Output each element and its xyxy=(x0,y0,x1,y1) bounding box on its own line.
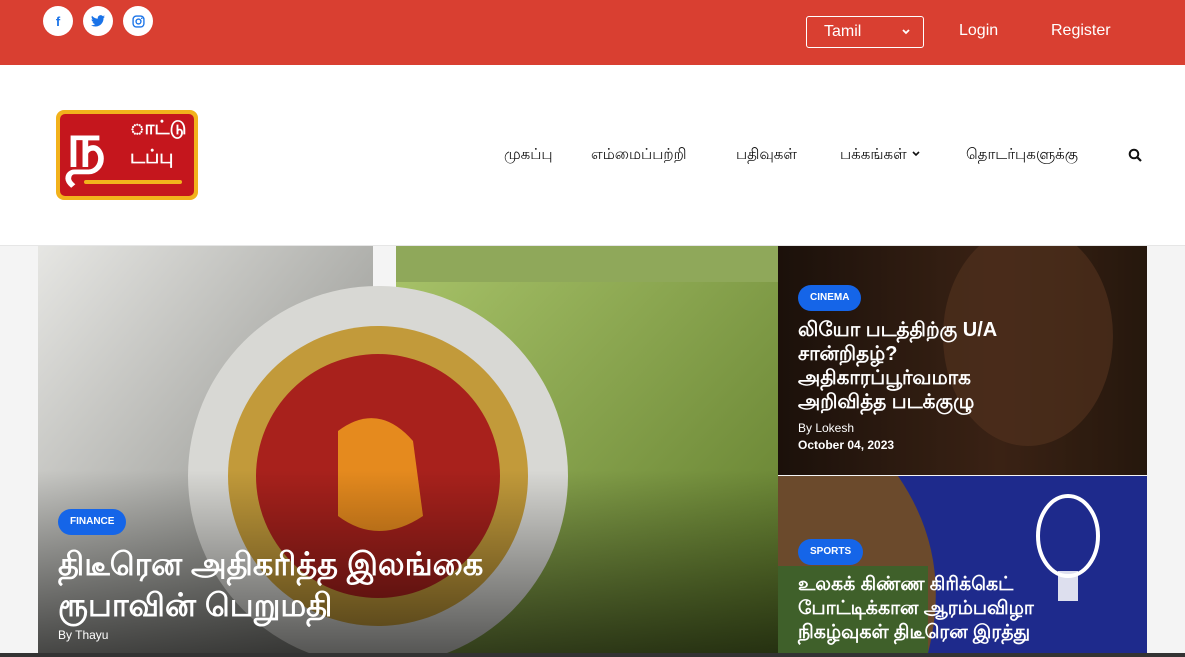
cinema-title-line1: லியோ படத்திற்கு U/A xyxy=(798,319,998,341)
register-link[interactable]: Register xyxy=(1051,22,1111,40)
logo-top-text: ாட்டு xyxy=(130,118,187,139)
sports-title-line2: போட்டிக்கான ஆரம்பவிழா xyxy=(798,598,1034,619)
featured-title-line2: ரூபாவின் பெறுமதி xyxy=(58,587,333,623)
sports-post-title[interactable]: உலகக் கிண்ண கிரிக்கெட் போட்டிக்கான ஆரம்ப… xyxy=(798,573,1034,645)
chevron-down-icon xyxy=(911,146,921,163)
sports-title-line3: நிகழ்வுகள் திடீரென இரத்து xyxy=(798,622,1031,643)
post-author[interactable]: By Lokesh xyxy=(798,421,854,435)
nav-item-home[interactable]: முகப்பு xyxy=(504,146,553,165)
login-link[interactable]: Login xyxy=(959,22,998,40)
chevron-down-icon xyxy=(901,17,911,58)
category-badge[interactable]: FINANCE xyxy=(58,509,127,535)
cinema-title-line2: சான்றிதழ்? xyxy=(798,343,898,365)
facebook-icon[interactable]: f xyxy=(43,6,73,36)
sports-title-line1: உலகக் கிண்ண கிரிக்கெட் xyxy=(798,574,1014,595)
top-bar: f Tamil Login Register xyxy=(0,0,1185,65)
sports-post-card[interactable]: SPORTS உலகக் கிண்ண கிரிக்கெட் போட்டிக்கா… xyxy=(778,476,1147,653)
featured-post-card[interactable]: FINANCE திடீரென அதிகரித்த இலங்கை ரூபாவின… xyxy=(38,246,778,653)
search-icon[interactable] xyxy=(1128,148,1142,162)
logo-mark: ந ாட்டு டப்பு xyxy=(60,114,194,196)
cinema-post-title[interactable]: லியோ படத்திற்கு U/A சான்றிதழ்? அதிகாரப்ப… xyxy=(798,318,997,414)
logo-bottom-text: டப்பு xyxy=(130,147,174,168)
twitter-icon[interactable] xyxy=(83,6,113,36)
nav-item-about[interactable]: எம்மைப்பற்றி xyxy=(591,146,686,165)
nav-item-pages-label: பக்கங்கள் xyxy=(840,146,907,163)
nav-item-pages[interactable]: பக்கங்கள் xyxy=(840,146,921,165)
post-date: October 04, 2023 xyxy=(798,438,895,452)
nav-item-contact[interactable]: தொடர்புகளுக்கு xyxy=(966,146,1078,165)
bottom-border xyxy=(0,653,1185,657)
featured-post-title[interactable]: திடீரென அதிகரித்த இலங்கை ரூபாவின் பெறுமத… xyxy=(58,544,483,626)
logo-big-letter: ந xyxy=(66,114,106,181)
site-logo[interactable]: ந ாட்டு டப்பு xyxy=(56,110,198,200)
category-badge[interactable]: CINEMA xyxy=(798,285,862,311)
nav-item-posts[interactable]: பதிவுகள் xyxy=(736,146,797,165)
post-author[interactable]: By Thayu xyxy=(58,628,108,642)
language-select[interactable]: Tamil xyxy=(806,16,924,48)
pen-icon xyxy=(84,180,182,184)
featured-title-line1: திடீரென அதிகரித்த இலங்கை xyxy=(58,546,484,582)
language-select-value: Tamil xyxy=(824,23,862,40)
instagram-icon[interactable] xyxy=(123,6,153,36)
cinema-post-card[interactable]: CINEMA லியோ படத்திற்கு U/A சான்றிதழ்? அத… xyxy=(778,246,1147,475)
category-badge[interactable]: SPORTS xyxy=(798,539,864,565)
cinema-title-line4: அறிவித்த படக்குழு xyxy=(798,391,975,413)
cinema-title-line3: அதிகாரப்பூர்வமாக xyxy=(798,367,971,389)
site-header: ந ாட்டு டப்பு முகப்பு எம்மைப்பற்றி பதிவு… xyxy=(0,65,1185,246)
